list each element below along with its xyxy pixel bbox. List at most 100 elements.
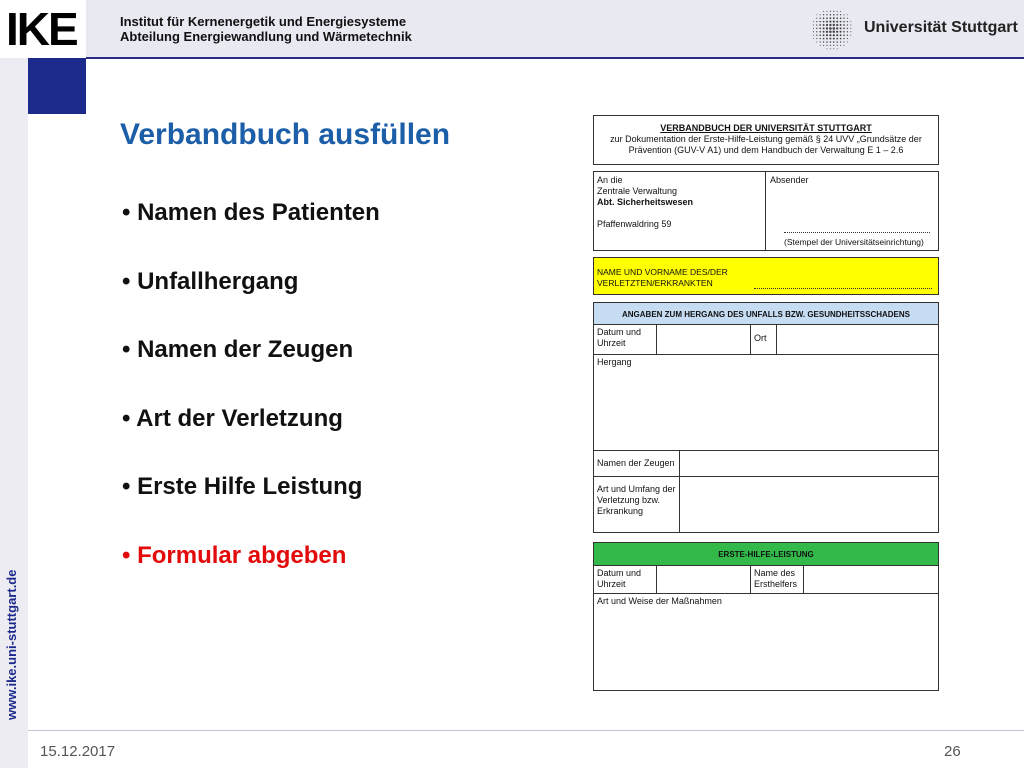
page-number: 26 [944, 743, 961, 760]
emblem-dot [819, 27, 822, 30]
bullet-item: • Namen des Patienten [122, 199, 380, 226]
sidebar-url[interactable]: www.ike.uni-stuttgart.de [4, 570, 19, 720]
emblem-dot [826, 44, 828, 47]
institute-line-1: Institut für Kernenergetik und Energiesy… [120, 14, 407, 29]
footer-divider [28, 730, 1024, 731]
emblem-dot [832, 30, 836, 34]
injury-label-2: Verletzung bzw. [597, 495, 661, 505]
emblem-dot [816, 31, 818, 33]
emblem-dot [840, 44, 842, 46]
emblem-dot [832, 34, 835, 37]
emblem-dot [826, 17, 828, 20]
emblem-dot [839, 37, 842, 40]
date-time-cell: Datum und Uhrzeit [594, 325, 657, 355]
emblem-dot [823, 44, 825, 46]
emblem-dot [850, 27, 852, 29]
emblem-dot [829, 48, 831, 50]
first-aid-section: ERSTE-HILFE-LEISTUNG Datum und Uhrzeit N… [593, 542, 939, 691]
emblem-dot [823, 10, 825, 12]
address-line: Pfaffenwaldring 59 [597, 219, 672, 229]
emblem-dot [836, 30, 839, 33]
emblem-dot [812, 21, 814, 23]
emblem-dot [822, 24, 825, 26]
emblem-dot [836, 14, 838, 16]
emblem-dot [846, 24, 849, 26]
emblem-dot [833, 14, 835, 16]
university-name: Universität Stuttgart [864, 19, 1018, 36]
emblem-dot [832, 41, 835, 43]
emblem-dot [812, 38, 814, 40]
emblem-dot [846, 17, 848, 19]
emblem-dot [832, 17, 835, 20]
emblem-dot [822, 20, 825, 23]
emblem-dot [812, 27, 814, 29]
stamp-label: (Stempel der Universitätseinrichtung) [784, 237, 924, 247]
institute-line-2: Abteilung Energiewandlung und Wärmetechn… [120, 29, 412, 44]
emblem-dot [829, 34, 832, 37]
emblem-dot [839, 24, 842, 26]
fa-date-label: Datum und [597, 568, 642, 578]
measures-cell: Art und Weise der Maßnahmen [597, 596, 722, 606]
emblem-dot [846, 34, 849, 36]
emblem-dot [829, 37, 832, 40]
bullet-item: • Erste Hilfe Leistung [122, 473, 363, 500]
emblem-dot [816, 34, 818, 36]
emblem-dot [843, 37, 845, 40]
footer-date: 15.12.2017 [40, 743, 116, 760]
emblem-dot [822, 30, 825, 33]
emblem-dot [816, 38, 818, 40]
emblem-dot [816, 20, 818, 23]
emblem-dot [836, 17, 839, 20]
emblem-dot [839, 41, 842, 43]
emblem-dot [836, 37, 839, 40]
emblem-dot [822, 37, 825, 40]
emblem-dot [826, 48, 828, 50]
emblem-dot [822, 41, 825, 43]
bullet-item: • Namen der Zeugen [122, 336, 354, 363]
emblem-dot [812, 24, 814, 26]
address-box: An die Zentrale Verwaltung Abt. Sicherhe… [593, 171, 939, 251]
name-label-1: NAME UND VORNAME DES/DER [597, 267, 728, 277]
emblem-dot [843, 24, 845, 26]
emblem-dot [843, 41, 845, 43]
witnesses-value [680, 451, 938, 477]
name-line [754, 288, 932, 289]
emblem-dot [826, 10, 828, 12]
emblem-dot [829, 14, 832, 16]
accident-section: ANGABEN ZUM HERGANG DES UNFALLS BZW. GES… [593, 302, 939, 533]
emblem-dot [822, 27, 825, 30]
injury-label-3: Erkrankung [597, 506, 644, 516]
emblem-dot [829, 20, 832, 23]
emblem-dot [822, 14, 825, 16]
emblem-dot [846, 41, 848, 43]
blue-accent-block [28, 58, 86, 114]
emblem-dot [839, 30, 842, 33]
address-line: Abt. Sicherheitswesen [597, 197, 694, 207]
emblem-dot [846, 38, 848, 40]
emblem-dot [843, 17, 845, 19]
emblem-dot [839, 20, 842, 23]
time-label: Uhrzeit [597, 338, 626, 348]
bullet-item: • Unfallhergang [122, 267, 299, 295]
fa-time-label: Uhrzeit [597, 579, 626, 589]
emblem-dot [829, 30, 832, 34]
place-value [777, 325, 938, 355]
emblem-dot [836, 10, 838, 12]
sender-label: Absender [770, 175, 809, 185]
emblem-dot [832, 37, 835, 40]
form-subheading-1: zur Dokumentation der Erste-Hilfe-Leistu… [610, 134, 922, 144]
emblem-dot [843, 44, 845, 46]
emblem-dot [816, 27, 818, 30]
emblem-dot [825, 30, 829, 33]
emblem-dot [819, 14, 821, 16]
emblem-dot [826, 20, 828, 23]
form-heading-box: VERBANDBUCH DER UNIVERSITÄT STUTTGART zu… [593, 115, 939, 165]
emblem-dot [819, 34, 821, 36]
emblem-dot [832, 27, 836, 30]
emblem-dot [816, 17, 818, 19]
emblem-dot [839, 27, 842, 30]
emblem-dot [816, 14, 818, 16]
slide-title: Verbandbuch ausfüllen [120, 118, 451, 151]
place-cell: Ort [751, 325, 777, 355]
date-label: Datum und [597, 327, 642, 337]
